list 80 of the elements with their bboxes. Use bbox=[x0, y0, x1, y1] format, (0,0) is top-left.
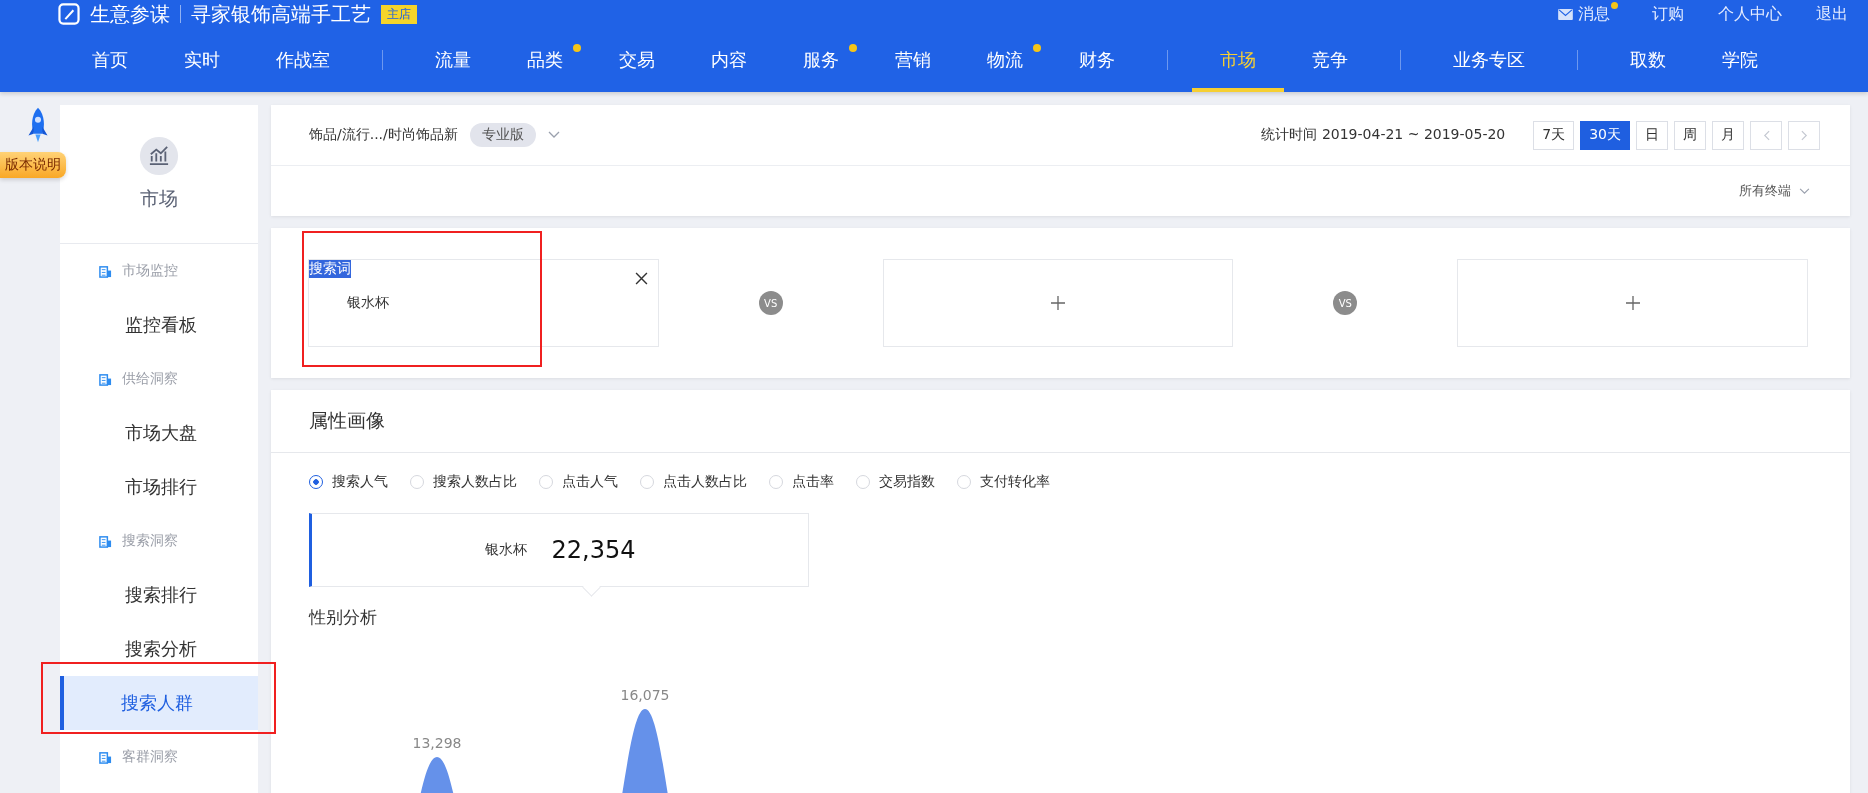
subsection-title: 性别分析 bbox=[309, 606, 378, 629]
sidebar-group-label: 搜索洞察 bbox=[122, 532, 178, 550]
search-term-card[interactable]: 搜索词 银水杯 bbox=[308, 259, 659, 347]
nav-tab[interactable]: 物流 bbox=[959, 28, 1051, 92]
search-term: 银水杯 bbox=[347, 294, 389, 312]
sidebar-item[interactable]: 搜索排行 bbox=[60, 568, 258, 622]
building-icon bbox=[99, 372, 112, 386]
sidebar-group-label: 客群洞察 bbox=[122, 748, 178, 766]
date-range: 统计时间 2019-04-21 ~ 2019-05-20 bbox=[1261, 126, 1506, 144]
sidebar-item[interactable]: 监控看板 bbox=[60, 298, 258, 352]
nav-tab[interactable]: 市场 bbox=[1192, 28, 1284, 92]
building-icon bbox=[99, 534, 112, 548]
chart-icon bbox=[139, 136, 179, 176]
header-link[interactable]: 个人中心 bbox=[1718, 3, 1782, 25]
plus-icon bbox=[1050, 295, 1066, 311]
period-button[interactable]: 月 bbox=[1712, 120, 1744, 150]
metric-radio[interactable]: 搜索人气 bbox=[309, 473, 388, 491]
nav-tab[interactable]: 实时 bbox=[156, 28, 248, 92]
metric-radio[interactable]: 点击率 bbox=[769, 473, 834, 491]
nav-tab[interactable]: 内容 bbox=[683, 28, 775, 92]
sidebar-title: 市场 bbox=[140, 186, 178, 211]
chevron-down-icon[interactable] bbox=[547, 131, 560, 139]
previous-button[interactable] bbox=[1750, 120, 1782, 150]
version-notes-badge[interactable]: 版本说明 bbox=[0, 152, 66, 178]
nav-tab[interactable]: 业务专区 bbox=[1425, 28, 1553, 92]
shop-badge: 主店 bbox=[381, 4, 417, 24]
summary-value: 22,354 bbox=[551, 536, 636, 564]
mail-icon bbox=[1558, 8, 1573, 20]
section-title: 属性画像 bbox=[309, 408, 385, 433]
data-label: 16,075 bbox=[620, 687, 670, 703]
sidebar-group-label: 市场监控 bbox=[122, 262, 178, 280]
nav-tab[interactable]: 营销 bbox=[867, 28, 959, 92]
shop-name: 寻家银饰高端手工艺 bbox=[191, 0, 371, 28]
chevron-right-icon bbox=[1800, 129, 1808, 141]
close-icon[interactable] bbox=[634, 272, 648, 285]
nav-tab[interactable]: 竞争 bbox=[1284, 28, 1376, 92]
terminal-dropdown[interactable]: 所有终端 bbox=[1739, 182, 1810, 200]
nav-tab[interactable]: 首页 bbox=[64, 28, 156, 92]
period-button[interactable]: 7天 bbox=[1533, 120, 1575, 150]
add-compare-card[interactable] bbox=[882, 259, 1234, 347]
sidebar-item[interactable]: 市场排行 bbox=[60, 460, 258, 514]
nav-tab[interactable]: 作战室 bbox=[248, 28, 358, 92]
building-icon bbox=[99, 264, 112, 278]
metric-radio[interactable]: 点击人气 bbox=[539, 473, 618, 491]
metric-radio[interactable]: 点击人数占比 bbox=[640, 473, 747, 491]
metric-radio[interactable]: 搜索人数占比 bbox=[410, 473, 517, 491]
add-compare-card[interactable] bbox=[1457, 259, 1808, 347]
sidebar-item[interactable]: 市场大盘 bbox=[60, 406, 258, 460]
vs-badge: VS bbox=[758, 291, 783, 315]
edition-badge: 专业版 bbox=[469, 123, 536, 147]
nav-tab[interactable]: 服务 bbox=[775, 28, 867, 92]
vs-badge: VS bbox=[1333, 291, 1358, 315]
chevron-down-icon bbox=[1799, 187, 1810, 195]
summary-term: 银水杯 bbox=[484, 541, 527, 559]
brand-name: 生意参谋 bbox=[90, 0, 170, 28]
header-link[interactable]: 消息 bbox=[1558, 3, 1618, 25]
nav-tab[interactable]: 取数 bbox=[1602, 28, 1694, 92]
plus-icon bbox=[1624, 295, 1641, 311]
chevron-left-icon bbox=[1762, 129, 1770, 141]
nav-tab[interactable]: 交易 bbox=[591, 28, 683, 92]
header-link[interactable]: 订购 bbox=[1652, 3, 1684, 25]
metric-radio[interactable]: 交易指数 bbox=[856, 473, 935, 491]
period-button[interactable]: 30天 bbox=[1580, 120, 1630, 150]
period-button[interactable]: 日 bbox=[1636, 120, 1668, 150]
metric-radio[interactable]: 支付转化率 bbox=[957, 473, 1050, 491]
building-icon bbox=[99, 750, 112, 764]
header-link[interactable]: 退出 bbox=[1816, 3, 1848, 25]
nav-tab[interactable]: 品类 bbox=[499, 28, 591, 92]
nav-tab[interactable]: 财务 bbox=[1051, 28, 1143, 92]
card-label: 搜索词 bbox=[309, 260, 351, 278]
sidebar-item[interactable]: 搜索人群 bbox=[60, 676, 258, 730]
next-button[interactable] bbox=[1788, 120, 1820, 150]
sidebar-item[interactable]: 搜索分析 bbox=[60, 622, 258, 676]
sidebar-group-label: 供给洞察 bbox=[122, 370, 178, 388]
nav-tab[interactable]: 学院 bbox=[1694, 28, 1786, 92]
data-label: 13,298 bbox=[412, 735, 462, 751]
nav-tab[interactable]: 流量 bbox=[407, 28, 499, 92]
category-breadcrumb[interactable]: 饰品/流行.../时尚饰品新 bbox=[309, 126, 458, 144]
period-button[interactable]: 周 bbox=[1674, 120, 1706, 150]
logo-icon bbox=[58, 3, 80, 25]
